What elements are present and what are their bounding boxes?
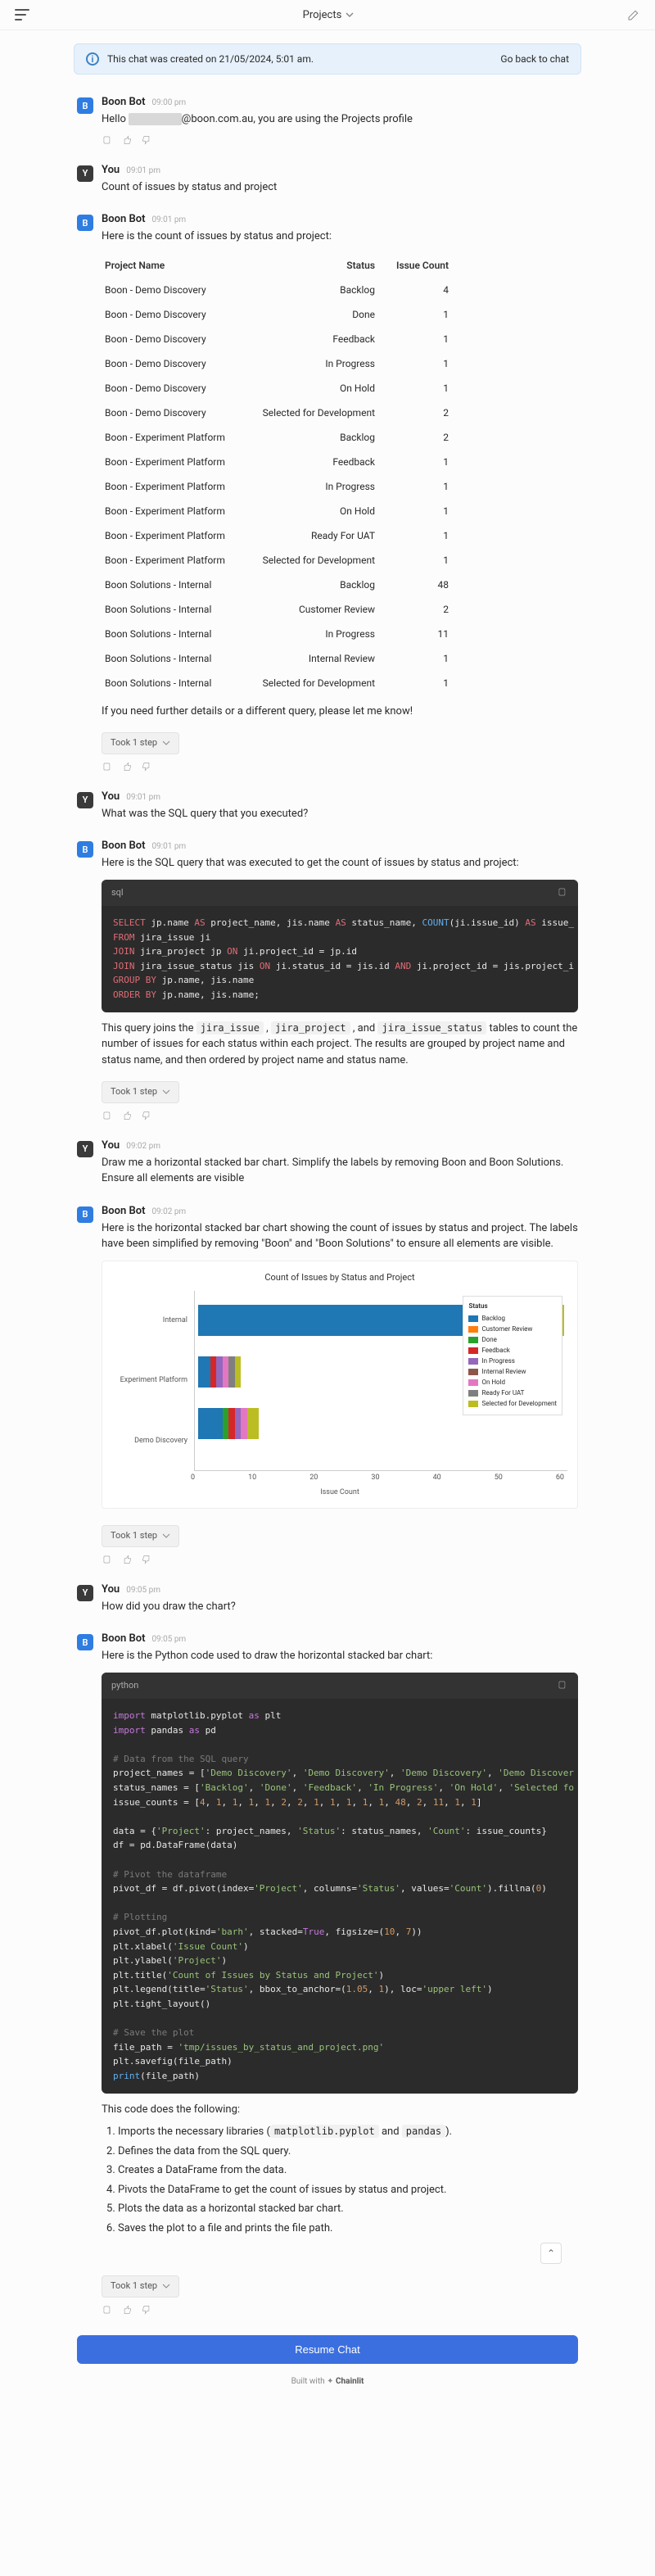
chart-image: Count of Issues by Status and Project In… xyxy=(102,1261,578,1510)
python-code-block: python import matplotlib.pyplot as plt i… xyxy=(102,1673,578,2094)
bot-avatar: B xyxy=(77,841,93,858)
user-avatar: Y xyxy=(77,165,93,182)
user-avatar: Y xyxy=(77,1141,93,1157)
thumbs-up-icon[interactable] xyxy=(121,134,133,146)
table-row: Boon - Demo DiscoveryDone1 xyxy=(102,302,578,327)
chevron-down-icon xyxy=(162,739,170,747)
info-banner: i This chat was created on 21/05/2024, 5… xyxy=(74,43,581,75)
thumbs-up-icon[interactable] xyxy=(121,1554,133,1565)
go-back-link[interactable]: Go back to chat xyxy=(500,53,569,65)
thumbs-down-icon[interactable] xyxy=(141,761,152,772)
copy-icon[interactable] xyxy=(102,2304,113,2316)
steps-toggle[interactable]: Took 1 step xyxy=(102,732,179,754)
copy-icon[interactable] xyxy=(102,1554,113,1565)
chevron-down-icon xyxy=(346,11,354,19)
thumbs-down-icon[interactable] xyxy=(141,134,152,146)
table-row: Boon - Demo DiscoveryBacklog4 xyxy=(102,278,578,302)
bot-avatar: B xyxy=(77,1207,93,1223)
table-row: Boon - Experiment PlatformIn Progress1 xyxy=(102,474,578,499)
thumbs-up-icon[interactable] xyxy=(121,1110,133,1121)
page-title[interactable]: Projects xyxy=(303,9,355,21)
author: Boon Bot xyxy=(102,96,145,108)
thumbs-up-icon[interactable] xyxy=(121,761,133,772)
table-row: Boon - Demo DiscoverySelected for Develo… xyxy=(102,401,578,425)
copy-icon[interactable] xyxy=(557,1679,568,1691)
steps-toggle[interactable]: Took 1 step xyxy=(102,2275,179,2298)
copy-icon[interactable] xyxy=(102,134,113,146)
banner-text: This chat was created on 21/05/2024, 5:0… xyxy=(107,53,492,65)
table-row: Boon Solutions - InternalInternal Review… xyxy=(102,646,578,671)
menu-icon[interactable] xyxy=(15,9,29,20)
resume-chat-button[interactable]: Resume Chat xyxy=(77,2335,578,2364)
edit-icon[interactable] xyxy=(627,8,640,21)
user-avatar: Y xyxy=(77,792,93,808)
table-row: Boon Solutions - InternalCustomer Review… xyxy=(102,597,578,622)
bot-avatar: B xyxy=(77,97,93,114)
copy-icon[interactable] xyxy=(557,886,568,898)
scroll-top-button[interactable]: ⌃ xyxy=(540,2243,562,2264)
footer: Built with ✦ Chainlit xyxy=(66,2370,590,2399)
steps-toggle[interactable]: Took 1 step xyxy=(102,1081,179,1103)
thumbs-up-icon[interactable] xyxy=(121,2304,133,2316)
thumbs-down-icon[interactable] xyxy=(141,1110,152,1121)
table-row: Boon - Demo DiscoveryFeedback1 xyxy=(102,327,578,351)
table-row: Boon - Experiment PlatformReady For UAT1 xyxy=(102,523,578,548)
thumbs-down-icon[interactable] xyxy=(141,2304,152,2316)
message-text: Count of issues by status and project xyxy=(102,179,578,196)
steps-toggle[interactable]: Took 1 step xyxy=(102,1525,179,1547)
table-row: Boon Solutions - InternalIn Progress11 xyxy=(102,622,578,646)
table-row: Boon - Experiment PlatformSelected for D… xyxy=(102,548,578,573)
message-text: Hello xxxxxxxxxx@boon.com.au, you are us… xyxy=(102,111,578,128)
table-row: Boon - Demo DiscoveryOn Hold1 xyxy=(102,376,578,401)
table-row: Boon - Experiment PlatformOn Hold1 xyxy=(102,499,578,523)
table-row: Boon - Experiment PlatformBacklog2 xyxy=(102,425,578,450)
table-row: Boon - Demo DiscoveryIn Progress1 xyxy=(102,351,578,376)
table-row: Boon - Experiment PlatformFeedback1 xyxy=(102,450,578,474)
table-row: Boon Solutions - InternalSelected for De… xyxy=(102,671,578,695)
table-row: Boon Solutions - InternalBacklog48 xyxy=(102,573,578,597)
steps-list: Imports the necessary libraries (matplot… xyxy=(118,2124,578,2236)
thumbs-down-icon[interactable] xyxy=(141,1554,152,1565)
info-icon: i xyxy=(86,52,99,66)
user-avatar: Y xyxy=(77,1585,93,1601)
bot-avatar: B xyxy=(77,1634,93,1650)
sql-code-block: sql SELECT jp.name AS project_name, jis.… xyxy=(102,880,578,1012)
copy-icon[interactable] xyxy=(102,761,113,772)
bot-avatar: B xyxy=(77,215,93,231)
copy-icon[interactable] xyxy=(102,1110,113,1121)
issues-table: Project NameStatusIssue Count Boon - Dem… xyxy=(102,253,578,695)
